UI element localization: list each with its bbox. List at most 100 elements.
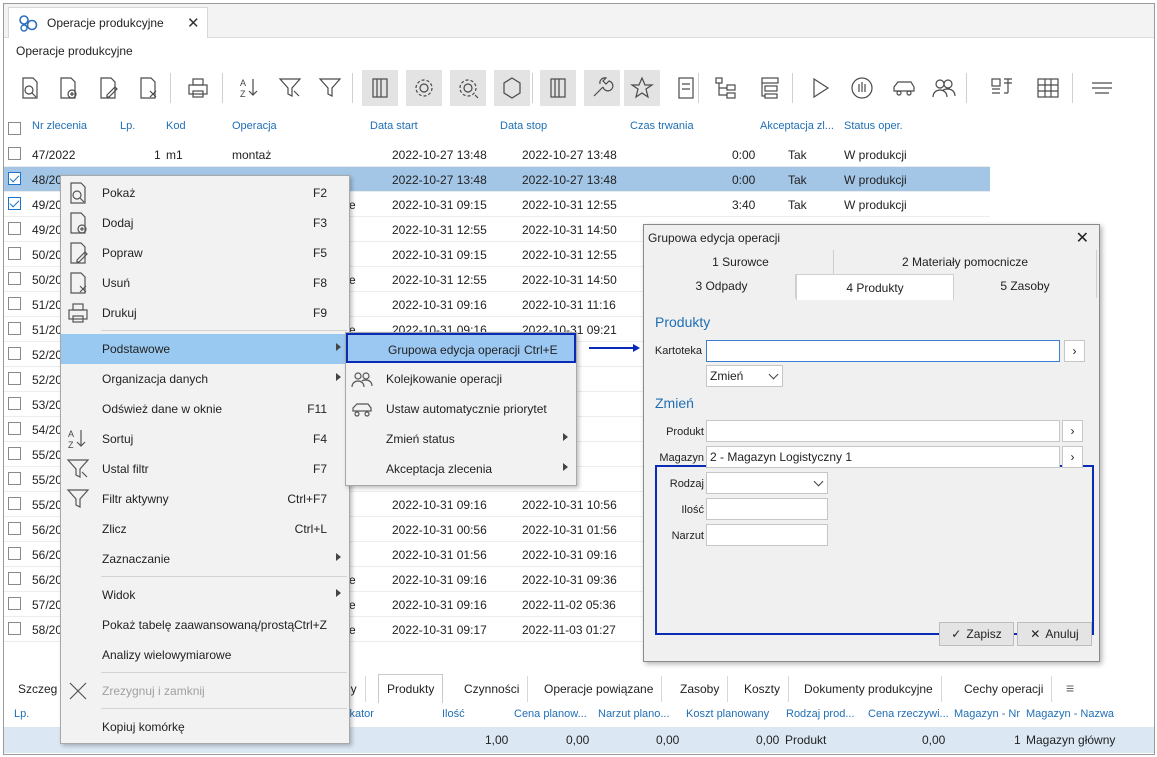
col-header-akceptacja[interactable]: Akceptacja zl... [760,120,834,132]
select-all-checkbox[interactable] [8,122,21,135]
tab-materialy[interactable]: 2 Materiały pomocnicze [834,250,1097,274]
menu-item[interactable]: Popraw F5 [61,238,349,268]
bottom-tab[interactable]: Produkty [378,674,444,703]
table-button[interactable] [1030,70,1066,106]
menu-item[interactable]: Analizy wielowymiarowe [61,640,349,670]
filter-button[interactable] [312,70,348,106]
col-header-status[interactable]: Status oper. [844,120,903,132]
col-header-start[interactable]: Data start [370,120,418,132]
col-header-czas[interactable]: Czas trwania [630,120,694,132]
add-doc-button[interactable] [50,70,86,106]
menu-item[interactable]: Usuń F8 [61,268,349,298]
table-row[interactable]: 47/2022 1 m1 montaż 2022-10-27 13:48 2022-10-… [4,142,990,167]
magazyn-browse-button[interactable]: › [1062,446,1083,468]
bottom-col-header[interactable]: Narzut plano... [598,708,670,720]
menu-item[interactable]: Filtr aktywny Ctrl+F7 [61,484,349,514]
row-checkbox[interactable] [8,347,21,360]
bottom-tab[interactable]: Dokumenty produkcyjne [796,676,942,702]
bottom-col-header[interactable]: Koszt planowany [686,708,769,720]
menu-item[interactable]: Podstawowe [61,334,349,364]
gear-button[interactable] [406,70,442,106]
menu-item[interactable]: Widok [61,580,349,610]
hierarchy-button[interactable] [752,70,788,106]
dialog-close-icon[interactable]: ✕ [1076,228,1089,248]
narzut-input[interactable] [706,524,828,546]
people-button[interactable] [926,70,962,106]
menu-item[interactable]: Organizacja danych [61,364,349,394]
menu-item[interactable]: Dodaj F3 [61,208,349,238]
play-button[interactable] [802,70,838,106]
tab-zasoby[interactable]: 5 Zasoby [954,274,1097,298]
rodzaj-select[interactable] [706,472,828,494]
menu-item[interactable]: A Z Sortuj F4 [61,424,349,454]
bottom-tab[interactable]: Szczeg [10,676,67,702]
bottom-col-header[interactable]: Rodzaj prod... [786,708,854,720]
bottom-col-header[interactable]: Cena planow... [514,708,587,720]
row-checkbox[interactable] [8,172,21,185]
row-checkbox[interactable] [8,447,21,460]
menu-item[interactable]: Odśwież dane w oknie F11 [61,394,349,424]
close-tab-icon[interactable]: ✕ [187,14,200,32]
data-grid-button[interactable] [984,70,1020,106]
row-checkbox[interactable] [8,472,21,485]
star-button[interactable] [624,70,660,106]
row-checkbox[interactable] [8,247,21,260]
col-header-operacja[interactable]: Operacja [232,120,277,132]
menu-item[interactable]: Pokaż tabelę zaawansowaną/prostą Ctrl+Z [61,610,349,640]
submenu-item[interactable]: Zmień status [346,424,576,454]
bottom-col-header[interactable]: Magazyn - Nr [954,708,1020,720]
submenu-item[interactable]: Kolejkowanie operacji [346,364,576,394]
menu-lines-button[interactable] [1084,70,1120,106]
row-checkbox[interactable] [8,497,21,510]
col-header-stop[interactable]: Data stop [500,120,547,132]
row-checkbox[interactable] [8,222,21,235]
cancel-button[interactable]: ✕ Anuluj [1017,622,1092,646]
bottom-col-header[interactable]: Ilość [442,708,465,720]
bottom-col-header[interactable]: Cena rzeczywi... [868,708,949,720]
menu-item[interactable]: Zaznaczanie [61,544,349,574]
row-checkbox[interactable] [8,422,21,435]
tab-produkty[interactable]: 4 Produkty [796,274,954,300]
filter-set-button[interactable] [272,70,308,106]
columns2-button[interactable] [540,70,576,106]
kartoteka-browse-button[interactable]: › [1064,340,1085,362]
menu-item[interactable]: Kopiuj komórkę [61,712,349,742]
delete-doc-button[interactable] [130,70,166,106]
edit-doc-button[interactable] [90,70,126,106]
car-button[interactable] [886,70,922,106]
row-checkbox[interactable] [8,322,21,335]
row-checkbox[interactable] [8,522,21,535]
menu-item[interactable]: Zrezygnuj i zamknij [61,676,349,706]
print-button[interactable] [180,70,216,106]
submenu-item[interactable]: Akceptacja zlecenia [346,454,576,484]
row-checkbox[interactable] [8,372,21,385]
row-checkbox[interactable] [8,547,21,560]
bottom-tab[interactable]: Operacje powiązane [536,676,663,702]
menu-lines-icon[interactable]: ≡ [1066,680,1074,696]
magazyn-input[interactable]: 2 - Magazyn Logistyczny 1 [706,446,1060,468]
col-header-nr[interactable]: Nr zlecenia [32,120,87,132]
wrench-button[interactable] [584,70,620,106]
bottom-tab[interactable]: Cechy operacji [956,676,1053,702]
bottom-tab[interactable]: Zasoby [672,676,729,702]
tab-surowce[interactable]: 1 Surowce [648,250,834,274]
hexagon-button[interactable] [494,70,530,106]
kartoteka-input[interactable] [706,340,1060,362]
submenu-item[interactable]: Ustaw automatycznie priorytet [346,394,576,424]
row-checkbox[interactable] [8,297,21,310]
menu-item[interactable]: Drukuj F9 [61,298,349,328]
bottom-tab[interactable]: Koszty [736,676,790,702]
row-checkbox[interactable] [8,397,21,410]
col-header-kod[interactable]: Kod [166,120,186,132]
bottom-tab[interactable]: Czynności [456,676,529,702]
doc-tab-operacje[interactable]: Operacje produkcyjne ✕ [8,7,208,38]
ilosc-input[interactable] [706,498,828,520]
bottom-col-header[interactable]: Lp. [14,708,29,720]
produkt-input[interactable] [706,420,1060,442]
row-checkbox[interactable] [8,572,21,585]
menu-item[interactable]: Ustal filtr F7 [61,454,349,484]
save-button[interactable]: ✓ Zapisz [939,622,1014,646]
menu-item[interactable]: Pokaż F2 [61,178,349,208]
bottom-col-header[interactable]: Magazyn - Nazwa [1026,708,1114,720]
preview-doc-button[interactable] [12,70,48,106]
